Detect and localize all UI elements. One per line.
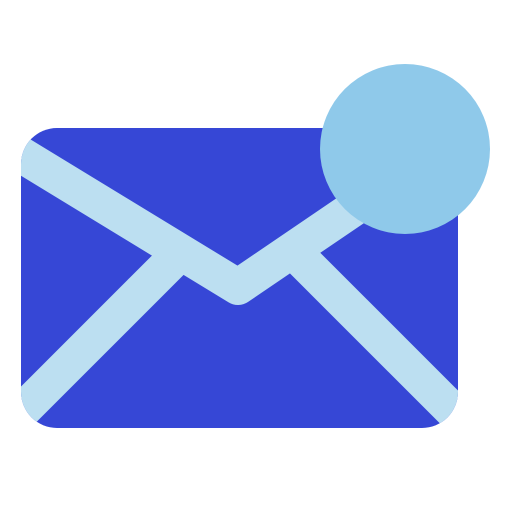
mail-notification-icon [21, 64, 490, 428]
notification-dot [320, 64, 490, 234]
icon-canvas [0, 0, 512, 512]
